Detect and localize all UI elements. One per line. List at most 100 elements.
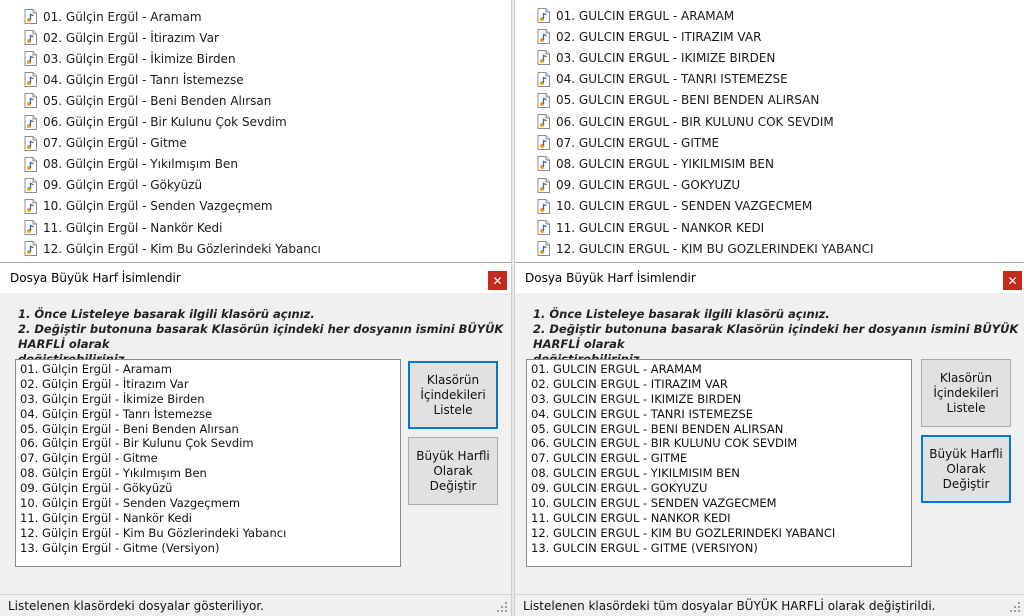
list-item[interactable]: 01. Gülçin Ergül - Aramam bbox=[20, 362, 396, 377]
file-row[interactable]: 08. Gülçin Ergül - Yıkılmışım Ben bbox=[24, 154, 238, 175]
list-item[interactable]: 11. GULCIN ERGUL - NANKOR KEDI bbox=[531, 511, 907, 526]
list-item[interactable]: 01. GULCIN ERGUL - ARAMAM bbox=[531, 362, 907, 377]
audio-file-icon bbox=[537, 29, 550, 45]
file-name: 04. GULCIN ERGUL - TANRI ISTEMEZSE bbox=[556, 72, 788, 87]
audio-file-icon bbox=[24, 30, 37, 46]
close-button[interactable]: ✕ bbox=[488, 271, 507, 290]
list-item[interactable]: 04. Gülçin Ergül - Tanrı İstemezse bbox=[20, 407, 396, 422]
file-row[interactable]: 05. Gülçin Ergül - Beni Benden Alırsan bbox=[24, 90, 271, 111]
file-row[interactable]: 12. Gülçin Ergül - Kim Bu Gözlerindeki Y… bbox=[24, 238, 321, 259]
list-item[interactable]: 07. GULCIN ERGUL - GITME bbox=[531, 451, 907, 466]
list-item[interactable]: 12. GULCIN ERGUL - KIM BU GOZLERINDEKI Y… bbox=[531, 526, 907, 541]
app-window: Dosya Büyük Harf İsimlendir ✕ 1. Önce Li… bbox=[0, 262, 511, 616]
file-name: 08. Gülçin Ergül - Yıkılmışım Ben bbox=[43, 157, 238, 172]
file-row[interactable]: 07. GULCIN ERGUL - GITME bbox=[537, 132, 719, 153]
audio-file-icon bbox=[24, 51, 37, 67]
file-name: 12. Gülçin Ergül - Kim Bu Gözlerindeki Y… bbox=[43, 241, 321, 256]
audio-file-icon bbox=[24, 156, 37, 172]
audio-file-icon bbox=[24, 198, 37, 214]
list-item[interactable]: 07. Gülçin Ergül - Gitme bbox=[20, 451, 396, 466]
list-item[interactable]: 06. GULCIN ERGUL - BIR KULUNU COK SEVDIM bbox=[531, 436, 907, 451]
close-icon: ✕ bbox=[1007, 273, 1018, 288]
list-item[interactable]: 06. Gülçin Ergül - Bir Kulunu Çok Sevdim bbox=[20, 436, 396, 451]
audio-file-icon bbox=[537, 177, 550, 193]
list-folder-button-label: Klasörün İçindekileri Listele bbox=[933, 370, 999, 415]
list-item[interactable]: 10. Gülçin Ergül - Senden Vazgeçmem bbox=[20, 496, 396, 511]
file-row[interactable]: 03. Gülçin Ergül - İkimize Birden bbox=[24, 48, 236, 69]
list-item[interactable]: 08. GULCIN ERGUL - YIKILMISIM BEN bbox=[531, 466, 907, 481]
file-name: 02. GULCIN ERGUL - ITIRAZIM VAR bbox=[556, 29, 762, 44]
file-row[interactable]: 11. GULCIN ERGUL - NANKOR KEDI bbox=[537, 217, 764, 238]
list-item[interactable]: 04. GULCIN ERGUL - TANRI ISTEMEZSE bbox=[531, 407, 907, 422]
audio-file-icon bbox=[24, 72, 37, 88]
status-text: Listelenen klasördeki tüm dosyalar BÜYÜK… bbox=[523, 598, 936, 613]
list-item[interactable]: 13. Gülçin Ergül - Gitme (Versiyon) bbox=[20, 541, 396, 556]
file-name: 11. GULCIN ERGUL - NANKOR KEDI bbox=[556, 220, 765, 235]
instruction-line-2: 2. Değiştir butonuna basarak Klasörün iç… bbox=[533, 322, 1019, 351]
file-listbox[interactable]: 01. GULCIN ERGUL - ARAMAM 02. GULCIN ERGU… bbox=[526, 359, 912, 567]
file-name: 01. GULCIN ERGUL - ARAMAM bbox=[556, 8, 735, 23]
file-row[interactable]: 06. GULCIN ERGUL - BIR KULUNU COK SEVDIM bbox=[537, 111, 834, 132]
audio-file-icon bbox=[537, 156, 550, 172]
list-folder-button[interactable]: Klasörün İçindekileri Listele bbox=[921, 359, 1011, 427]
audio-file-icon bbox=[24, 241, 37, 257]
file-row[interactable]: 05. GULCIN ERGUL - BENI BENDEN ALIRSAN bbox=[537, 90, 819, 111]
list-item[interactable]: 09. GULCIN ERGUL - GOKYUZU bbox=[531, 481, 907, 496]
resize-grip-icon[interactable] bbox=[496, 601, 508, 613]
audio-file-icon bbox=[24, 220, 37, 235]
file-row[interactable]: 10. GULCIN ERGUL - SENDEN VAZGECMEM bbox=[537, 196, 812, 217]
file-name: 12. GULCIN ERGUL - KIM BU GOZLERINDEKI Y… bbox=[556, 241, 874, 256]
audio-file-icon bbox=[24, 93, 37, 109]
list-item[interactable]: 09. Gülçin Ergül - Gökyüzü bbox=[20, 481, 396, 496]
close-button[interactable]: ✕ bbox=[1003, 271, 1022, 290]
file-row[interactable]: 01. Gülçin Ergül - Aramam bbox=[24, 6, 202, 27]
file-explorer-list: 01. Gülçin Ergül - Aramam 02. Gülçin Ergü… bbox=[0, 0, 511, 262]
audio-file-icon bbox=[537, 92, 550, 108]
file-row[interactable]: 09. GULCIN ERGUL - GOKYUZU bbox=[537, 175, 740, 196]
audio-file-icon bbox=[24, 9, 37, 24]
uppercase-rename-button[interactable]: Büyük Harfli Olarak Değiştir bbox=[408, 437, 498, 505]
list-item[interactable]: 05. GULCIN ERGUL - BENI BENDEN ALIRSAN bbox=[531, 422, 907, 437]
file-row[interactable]: 04. Gülçin Ergül - Tanrı İstemezse bbox=[24, 69, 244, 90]
list-item[interactable]: 10. GULCIN ERGUL - SENDEN VAZGECMEM bbox=[531, 496, 907, 511]
file-row[interactable]: 03. GULCIN ERGUL - IKIMIZE BIRDEN bbox=[537, 47, 775, 68]
audio-file-icon bbox=[537, 50, 550, 66]
file-row[interactable]: 02. GULCIN ERGUL - ITIRAZIM VAR bbox=[537, 26, 761, 47]
file-row[interactable]: 10. Gülçin Ergül - Senden Vazgeçmem bbox=[24, 196, 273, 217]
list-folder-button[interactable]: Klasörün İçindekileri Listele bbox=[408, 361, 498, 429]
list-item[interactable]: 03. GULCIN ERGUL - IKIMIZE BIRDEN bbox=[531, 392, 907, 407]
window-title: Dosya Büyük Harf İsimlendir bbox=[10, 271, 181, 285]
file-row[interactable]: 07. Gülçin Ergül - Gitme bbox=[24, 133, 187, 154]
audio-file-icon bbox=[537, 135, 550, 151]
file-row[interactable]: 08. GULCIN ERGUL - YIKILMISIM BEN bbox=[537, 153, 774, 174]
file-name: 10. GULCIN ERGUL - SENDEN VAZGECMEM bbox=[556, 199, 813, 214]
file-row[interactable]: 09. Gülçin Ergül - Gökyüzü bbox=[24, 175, 202, 196]
resize-grip-icon[interactable] bbox=[1009, 601, 1021, 613]
list-item[interactable]: 13. GULCIN ERGUL - GITME (VERSIYON) bbox=[531, 541, 907, 556]
file-row[interactable]: 02. Gülçin Ergül - İtirazım Var bbox=[24, 27, 219, 48]
list-item[interactable]: 02. Gülçin Ergül - İtirazım Var bbox=[20, 377, 396, 392]
file-row[interactable]: 11. Gülçin Ergül - Nankör Kedi bbox=[24, 217, 222, 238]
audio-file-icon bbox=[537, 241, 550, 257]
file-name: 06. Gülçin Ergül - Bir Kulunu Çok Sevdim bbox=[43, 115, 287, 129]
file-name: 08. GULCIN ERGUL - YIKILMISIM BEN bbox=[556, 156, 774, 171]
file-row[interactable]: 01. GULCIN ERGUL - ARAMAM bbox=[537, 5, 734, 26]
uppercase-rename-button[interactable]: Büyük Harfli Olarak Değiştir bbox=[921, 435, 1011, 503]
list-item[interactable]: 03. Gülçin Ergül - İkimize Birden bbox=[20, 392, 396, 407]
file-listbox[interactable]: 01. Gülçin Ergül - Aramam 02. Gülçin Ergü… bbox=[15, 359, 401, 567]
file-explorer-list: 01. GULCIN ERGUL - ARAMAM 02. GULCIN ERGU… bbox=[515, 0, 1024, 262]
file-row[interactable]: 04. GULCIN ERGUL - TANRI ISTEMEZSE bbox=[537, 69, 788, 90]
title-bar: Dosya Büyük Harf İsimlendir bbox=[0, 263, 511, 293]
list-item[interactable]: 02. GULCIN ERGUL - ITIRAZIM VAR bbox=[531, 377, 907, 392]
file-row[interactable]: 06. Gülçin Ergül - Bir Kulunu Çok Sevdim bbox=[24, 112, 287, 133]
file-row[interactable]: 12. GULCIN ERGUL - KIM BU GOZLERINDEKI Y… bbox=[537, 238, 874, 259]
uppercase-rename-button-label: Büyük Harfli Olarak Değiştir bbox=[416, 448, 490, 493]
list-item[interactable]: 08. Gülçin Ergül - Yıkılmışım Ben bbox=[20, 466, 396, 481]
file-name: 09. Gülçin Ergül - Gökyüzü bbox=[43, 178, 203, 193]
list-item[interactable]: 12. Gülçin Ergül - Kim Bu Gözlerindeki Y… bbox=[20, 526, 396, 541]
file-name: 05. GULCIN ERGUL - BENI BENDEN ALIRSAN bbox=[556, 93, 820, 108]
file-name: 05. Gülçin Ergül - Beni Benden Alırsan bbox=[43, 93, 272, 108]
audio-file-icon bbox=[537, 114, 550, 129]
list-item[interactable]: 11. Gülçin Ergül - Nankör Kedi bbox=[20, 511, 396, 526]
list-item[interactable]: 05. Gülçin Ergül - Beni Benden Alırsan bbox=[20, 422, 396, 437]
